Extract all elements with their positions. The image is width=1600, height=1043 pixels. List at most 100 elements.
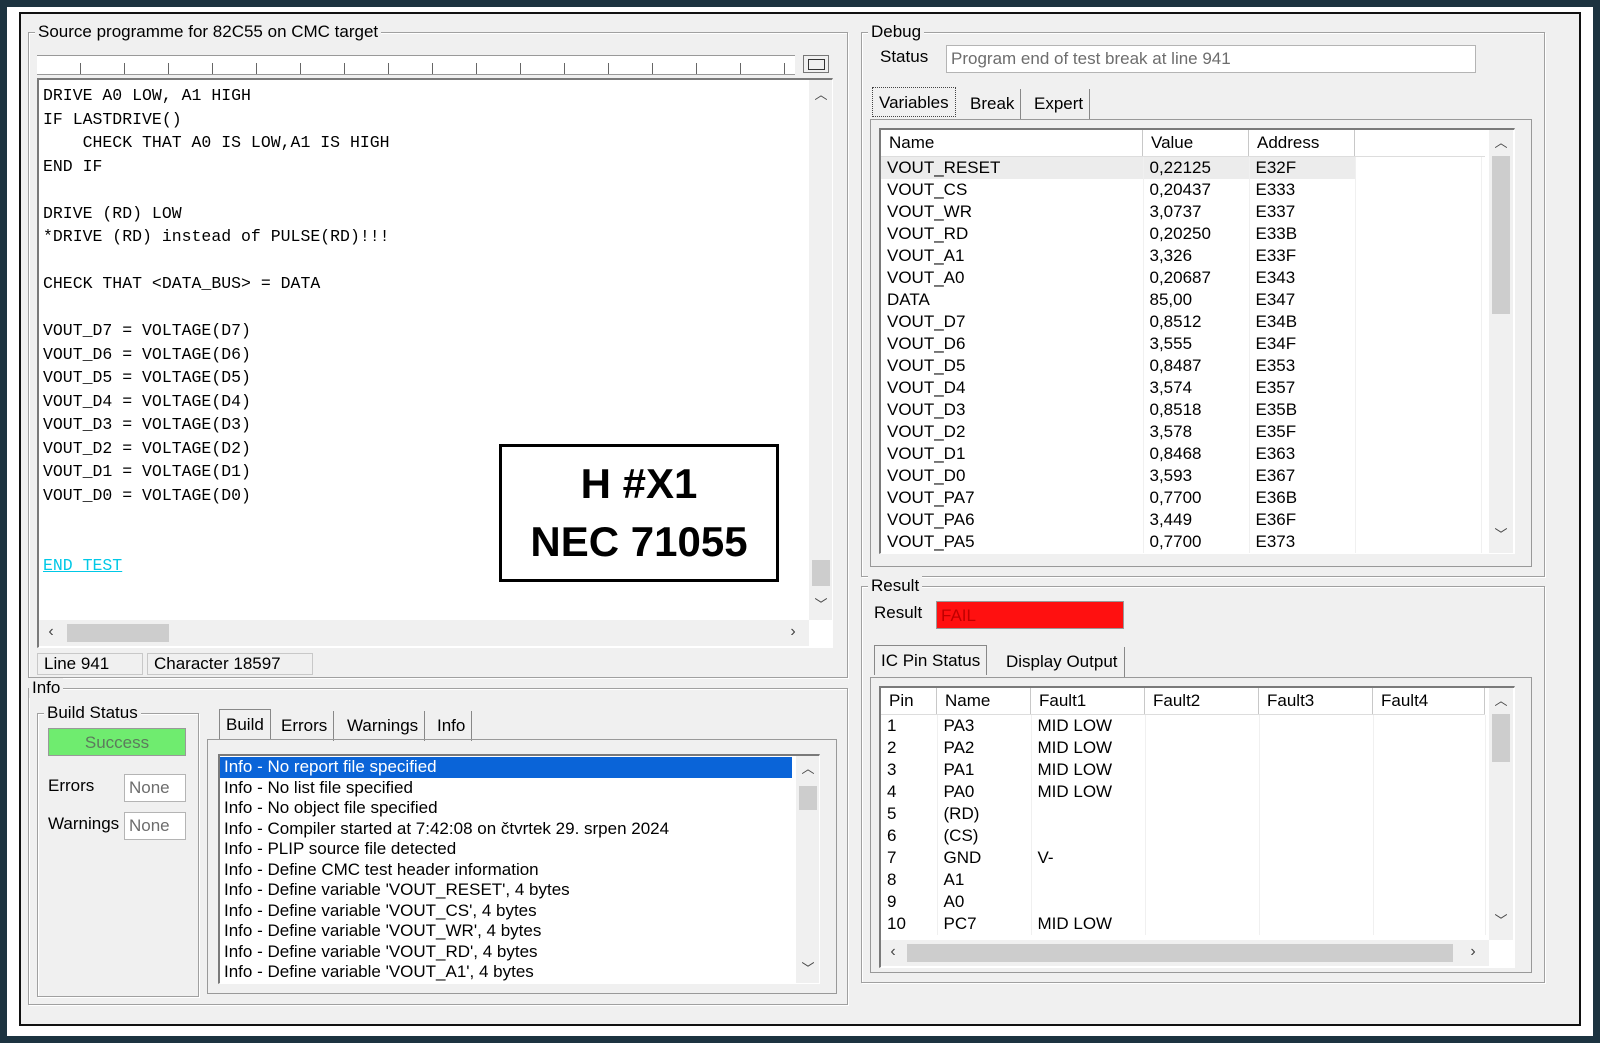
cell: PA3 [937, 715, 1032, 737]
table-row[interactable]: 7 GND V- [881, 847, 1486, 869]
code-vertical-scrollbar[interactable]: ︿ ﹀ [809, 80, 832, 620]
scroll-down-icon[interactable]: ﹀ [1489, 528, 1513, 542]
tab-expert[interactable]: Expert [1028, 89, 1091, 119]
tab-ic-pin-status[interactable]: IC Pin Status [874, 645, 988, 675]
table-row[interactable]: VOUT_D3 0,8518 E35B [881, 399, 1482, 421]
table-row[interactable]: VOUT_RESET 0,22125 E32F [881, 157, 1482, 179]
tab-errors[interactable]: Errors [275, 711, 335, 741]
build-log[interactable]: Info - No report file specified Info - N… [218, 754, 820, 984]
table-row[interactable]: VOUT_RD 0,20250 E33B [881, 223, 1482, 245]
log-row[interactable]: Info - Define variable 'VOUT_RD', 4 byte… [220, 942, 792, 963]
scroll-thumb[interactable] [799, 786, 817, 810]
table-row[interactable]: 10 PC7 MID LOW [881, 913, 1486, 935]
code-line: VOUT_D1 = VOLTAGE(D1) [43, 462, 251, 481]
column-header-address[interactable]: Address [1249, 130, 1355, 156]
hscroll-thumb[interactable] [907, 944, 1453, 962]
log-row[interactable]: Info - Define CMC test header informatio… [220, 860, 792, 881]
source-group-title: Source programme for 82C55 on CMC target [35, 22, 382, 42]
table-row[interactable]: 9 A0 [881, 891, 1486, 913]
table-row[interactable]: DATA 85,00 E347 [881, 289, 1482, 311]
column-header-fault4[interactable]: Fault4 [1373, 688, 1485, 714]
log-row[interactable]: Info - PLIP source file detected [220, 839, 792, 860]
table-row[interactable]: 3 PA1 MID LOW [881, 759, 1486, 781]
cell [1373, 847, 1486, 869]
log-row[interactable]: Info - Compiler started at 7:42:08 on čt… [220, 819, 792, 840]
table-row[interactable]: VOUT_D1 0,8468 E363 [881, 443, 1482, 465]
table-row[interactable]: 8 A1 [881, 869, 1486, 891]
column-header-fault1[interactable]: Fault1 [1031, 688, 1145, 714]
cell: VOUT_A0 [881, 267, 1144, 289]
scroll-down-icon[interactable]: ﹀ [809, 598, 832, 612]
pin-table-horizontal-scrollbar[interactable]: ‹ › [881, 940, 1489, 966]
scroll-up-icon[interactable]: ︿ [1489, 136, 1513, 150]
column-header-name[interactable]: Name [937, 688, 1031, 714]
cell: E35B [1249, 399, 1356, 421]
table-row[interactable]: VOUT_A1 3,326 E33F [881, 245, 1482, 267]
cell: E32F [1249, 157, 1356, 179]
table-row[interactable]: 6 (CS) [881, 825, 1486, 847]
hscroll-thumb[interactable] [67, 624, 169, 642]
code-editor[interactable]: DRIVE A0 LOW, A1 HIGH IF LASTDRIVE() CHE… [37, 78, 833, 648]
log-row-selected[interactable]: Info - No report file specified [220, 757, 792, 778]
table-row[interactable]: VOUT_CS 0,20437 E333 [881, 179, 1482, 201]
code-line: CHECK THAT <DATA_BUS> = DATA [43, 274, 321, 293]
table-row[interactable]: VOUT_D7 0,8512 E34B [881, 311, 1482, 333]
table-row[interactable]: VOUT_WR 3,0737 E337 [881, 201, 1482, 223]
scroll-down-icon[interactable]: ﹀ [796, 962, 819, 976]
column-header-value[interactable]: Value [1143, 130, 1249, 156]
table-row[interactable]: VOUT_PA5 0,7700 E373 [881, 531, 1482, 553]
table-row[interactable]: VOUT_D6 3,555 E34F [881, 333, 1482, 355]
cell: 3 [881, 759, 938, 781]
scroll-up-icon[interactable]: ︿ [796, 762, 819, 776]
cell: 85,00 [1143, 289, 1250, 311]
table-row[interactable]: VOUT_PA6 3,449 E36F [881, 509, 1482, 531]
scroll-left-icon[interactable]: ‹ [885, 944, 901, 960]
tab-info[interactable]: Info [431, 711, 473, 741]
tab-warnings[interactable]: Warnings [341, 711, 426, 741]
variables-vertical-scrollbar[interactable]: ︿ ﹀ [1489, 130, 1513, 553]
ruler-toggle-button[interactable] [803, 55, 829, 73]
scroll-right-icon[interactable]: › [785, 624, 801, 640]
scroll-right-icon[interactable]: › [1465, 944, 1481, 960]
table-row[interactable]: VOUT_D5 0,8487 E353 [881, 355, 1482, 377]
log-vertical-scrollbar[interactable]: ︿ ﹀ [796, 756, 819, 983]
scroll-thumb[interactable] [1492, 714, 1510, 762]
table-row[interactable]: VOUT_A0 0,20687 E343 [881, 267, 1482, 289]
log-row[interactable]: Info - Define variable 'VOUT_A1', 4 byte… [220, 962, 792, 983]
table-row[interactable]: VOUT_D4 3,574 E357 [881, 377, 1482, 399]
tab-variables[interactable]: Variables [872, 87, 956, 117]
scroll-up-icon[interactable]: ︿ [1489, 694, 1513, 708]
scroll-thumb[interactable] [1492, 156, 1510, 314]
table-row[interactable]: VOUT_D2 3,578 E35F [881, 421, 1482, 443]
tab-build[interactable]: Build [219, 709, 271, 739]
scroll-down-icon[interactable]: ﹀ [1489, 914, 1513, 928]
log-row[interactable]: Info - Define variable 'VOUT_CS', 4 byte… [220, 901, 792, 922]
column-header-fault3[interactable]: Fault3 [1259, 688, 1373, 714]
cell [1145, 869, 1260, 891]
table-row[interactable]: VOUT_PA7 0,7700 E36B [881, 487, 1482, 509]
errors-label: Errors [48, 776, 95, 795]
column-header-pin[interactable]: Pin [881, 688, 937, 714]
scroll-thumb[interactable] [812, 560, 830, 586]
table-row[interactable]: 2 PA2 MID LOW [881, 737, 1486, 759]
scroll-left-icon[interactable]: ‹ [43, 624, 59, 640]
variables-table-container[interactable]: Name Value Address VOUT_RESET 0,22125 E32F… [879, 128, 1515, 554]
pin-table-container[interactable]: Pin Name Fault1 Fault2 Fault3 Fault4 1 PA… [879, 686, 1515, 968]
column-header-name[interactable]: Name [881, 130, 1143, 156]
table-row[interactable]: 5 (RD) [881, 803, 1486, 825]
log-row[interactable]: Info - Define variable 'VOUT_WR', 4 byte… [220, 921, 792, 942]
column-header-fault2[interactable]: Fault2 [1145, 688, 1259, 714]
tab-display-output[interactable]: Display Output [1000, 647, 1125, 677]
table-row[interactable]: VOUT_D0 3,593 E367 [881, 465, 1482, 487]
log-row[interactable]: Info - No list file specified [220, 778, 792, 799]
end-test-line: END TEST [43, 556, 123, 575]
log-row[interactable]: Info - Define variable 'VOUT_RESET', 4 b… [220, 880, 792, 901]
table-row[interactable]: 1 PA3 MID LOW [881, 715, 1486, 737]
pin-table-vertical-scrollbar[interactable]: ︿ ﹀ [1489, 688, 1513, 940]
tab-break[interactable]: Break [964, 89, 1022, 119]
table-row[interactable]: 4 PA0 MID LOW [881, 781, 1486, 803]
log-row[interactable]: Info - No object file specified [220, 798, 792, 819]
scroll-up-icon[interactable]: ︿ [809, 88, 832, 102]
code-horizontal-scrollbar[interactable]: ‹ › [39, 620, 809, 646]
cell [1145, 737, 1260, 759]
